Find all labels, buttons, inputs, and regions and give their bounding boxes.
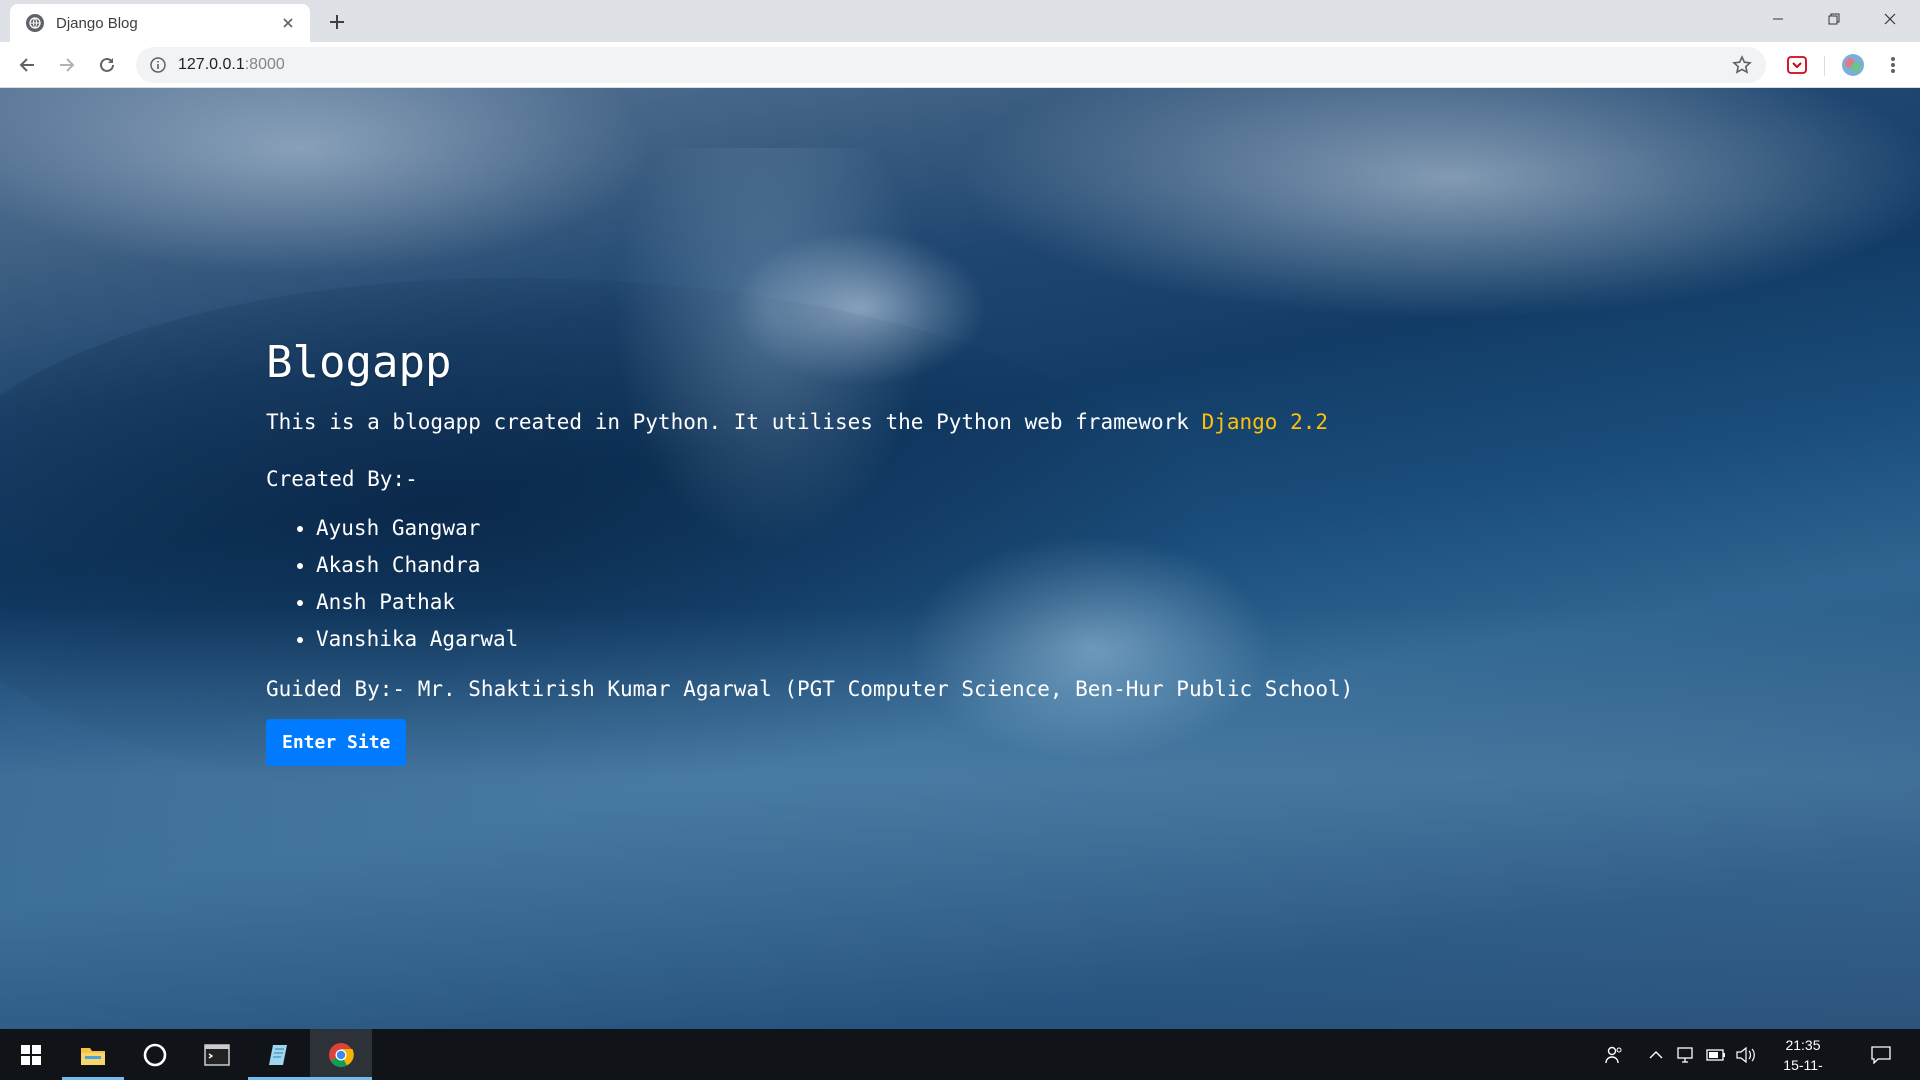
minimize-button[interactable] [1750, 0, 1806, 38]
clock-date: 15-11-2019 [1783, 1057, 1823, 1080]
address-bar[interactable]: 127.0.0.1:8000 [136, 47, 1766, 83]
chrome-icon[interactable] [310, 1029, 372, 1080]
volume-icon[interactable] [1734, 1029, 1758, 1080]
page-background: Blogapp This is a blogapp created in Pyt… [0, 88, 1920, 1029]
created-by-label: Created By:- [266, 467, 418, 491]
chevron-up-icon[interactable] [1646, 1029, 1666, 1080]
url-text: 127.0.0.1:8000 [178, 56, 285, 73]
forward-button[interactable] [52, 50, 82, 80]
windows-taskbar: 21:35 15-11-2019 [0, 1029, 1920, 1080]
author-item: Ayush Gangwar [316, 510, 1353, 547]
windows-start-icon[interactable] [0, 1029, 62, 1080]
more-menu-icon[interactable] [1880, 52, 1906, 78]
browser-tab[interactable]: Django Blog [10, 4, 310, 42]
jumbotron: Blogapp This is a blogapp created in Pyt… [266, 333, 1353, 766]
arrow-left-icon [19, 58, 34, 72]
browser-tab-strip: Django Blog [0, 0, 1920, 42]
enter-site-button[interactable]: Enter Site [266, 719, 407, 766]
terminal-icon[interactable] [186, 1029, 248, 1080]
reload-icon [100, 57, 114, 72]
page-title: Blogapp [266, 337, 452, 388]
people-icon[interactable] [1600, 1029, 1628, 1080]
close-icon[interactable] [278, 13, 298, 33]
restore-button[interactable] [1806, 0, 1862, 38]
guided-by-text: Guided By:- Mr. Shaktirish Kumar Agarwal… [266, 677, 1354, 701]
back-button[interactable] [12, 50, 42, 80]
tab-title: Django Blog [56, 14, 138, 32]
arrow-right-icon [60, 58, 75, 72]
new-tab-button[interactable] [323, 8, 351, 36]
network-icon[interactable] [1674, 1029, 1698, 1080]
action-center-icon[interactable] [1866, 1029, 1896, 1080]
browser-toolbar: 127.0.0.1:8000 [0, 42, 1920, 88]
author-item: Ansh Pathak [316, 584, 1353, 621]
author-list: Ayush Gangwar Akash Chandra Ansh Pathak … [316, 510, 1353, 658]
author-item: Akash Chandra [316, 547, 1353, 584]
pocket-extension-icon[interactable] [1784, 52, 1810, 78]
profile-avatar-icon[interactable] [1840, 52, 1866, 78]
clock-time: 21:35 [1785, 1037, 1821, 1053]
bookmark-star-icon[interactable] [1732, 55, 1752, 80]
globe-icon [26, 14, 44, 32]
battery-icon[interactable] [1704, 1029, 1728, 1080]
description: This is a blogapp created in Python. It … [266, 410, 1329, 434]
info-icon[interactable] [150, 57, 166, 73]
author-item: Vanshika Agarwal [316, 621, 1353, 658]
reload-button[interactable] [92, 50, 122, 80]
framework-highlight: Django 2.2 [1201, 410, 1329, 434]
file-explorer-icon[interactable] [62, 1029, 124, 1080]
notepad-icon[interactable] [248, 1029, 310, 1080]
toolbar-separator [1824, 56, 1825, 76]
window-close-button[interactable] [1862, 0, 1918, 38]
system-clock[interactable]: 21:35 15-11-2019 [1768, 1035, 1838, 1080]
cortana-icon[interactable] [124, 1029, 186, 1080]
